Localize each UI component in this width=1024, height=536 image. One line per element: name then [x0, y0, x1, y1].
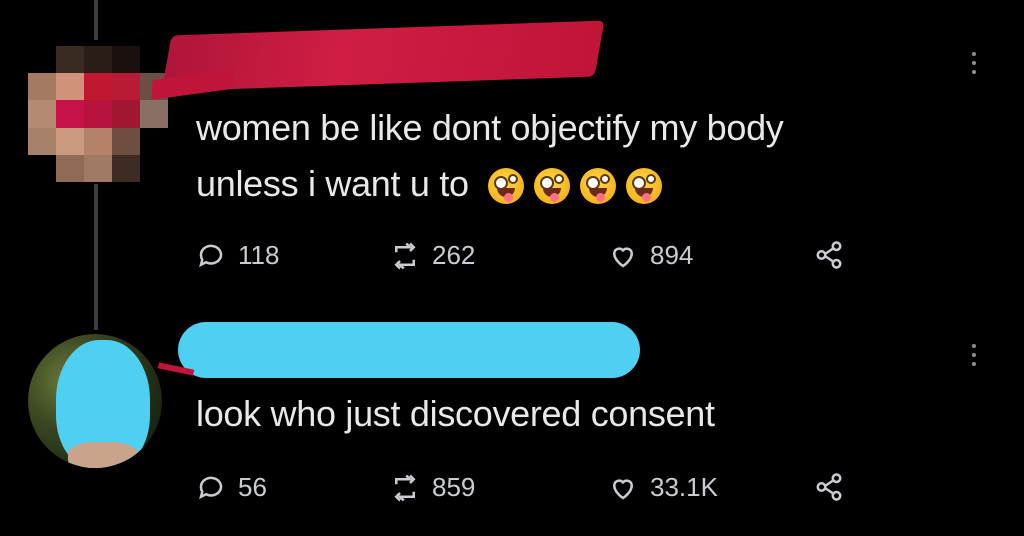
tweet-text-line-2: unless i want u to [196, 156, 784, 212]
retweet-count: 262 [432, 240, 476, 270]
retweet-icon [394, 474, 416, 501]
redacted-username [161, 20, 605, 92]
tweet-1[interactable]: women be like dont objectify my body unl… [0, 0, 1024, 300]
tweet-2[interactable]: look who just discovered consent 56 859 … [0, 300, 1024, 536]
share-icon [816, 473, 842, 501]
emoji-group [488, 168, 663, 205]
reply-button[interactable]: 56 [196, 472, 267, 503]
avatar-pixelated[interactable] [28, 46, 168, 182]
share-button[interactable] [814, 472, 844, 502]
heart-icon [612, 246, 634, 267]
like-button[interactable]: 33.1K [608, 472, 718, 503]
retweet-button[interactable]: 859 [390, 472, 475, 503]
redacted-username [178, 322, 640, 378]
retweet-icon [394, 242, 416, 269]
tweet-text-line-1: look who just discovered consent [196, 393, 715, 434]
like-count: 894 [650, 240, 694, 270]
reply-count: 118 [238, 240, 280, 270]
tweet-text: look who just discovered consent [196, 386, 715, 442]
share-icon [816, 241, 842, 269]
reply-button[interactable]: 118 [196, 240, 279, 271]
like-button[interactable]: 894 [608, 240, 693, 271]
tweet-text-line-1: women be like dont objectify my body [196, 107, 784, 148]
retweet-count: 859 [432, 472, 476, 502]
tweet-actions: 118 262 894 [196, 240, 876, 280]
more-vertical-icon[interactable] [970, 52, 978, 74]
tweet-actions: 56 859 33.1K [196, 472, 876, 512]
reply-count: 56 [238, 472, 267, 502]
zany-face-emoji-icon [580, 168, 617, 205]
tweet-text: women be like dont objectify my body unl… [196, 100, 784, 212]
share-button[interactable] [814, 240, 844, 270]
speech-bubble-icon [199, 244, 223, 267]
heart-icon [612, 478, 634, 499]
retweet-button[interactable]: 262 [390, 240, 475, 271]
avatar[interactable] [28, 334, 162, 468]
speech-bubble-icon [199, 476, 223, 499]
tweet-text-line-2-text: unless i want u to [196, 163, 469, 204]
like-count: 33.1K [650, 472, 718, 502]
more-vertical-icon[interactable] [970, 344, 978, 366]
zany-face-emoji-icon [534, 168, 571, 205]
zany-face-emoji-icon [626, 168, 663, 205]
zany-face-emoji-icon [488, 168, 525, 205]
